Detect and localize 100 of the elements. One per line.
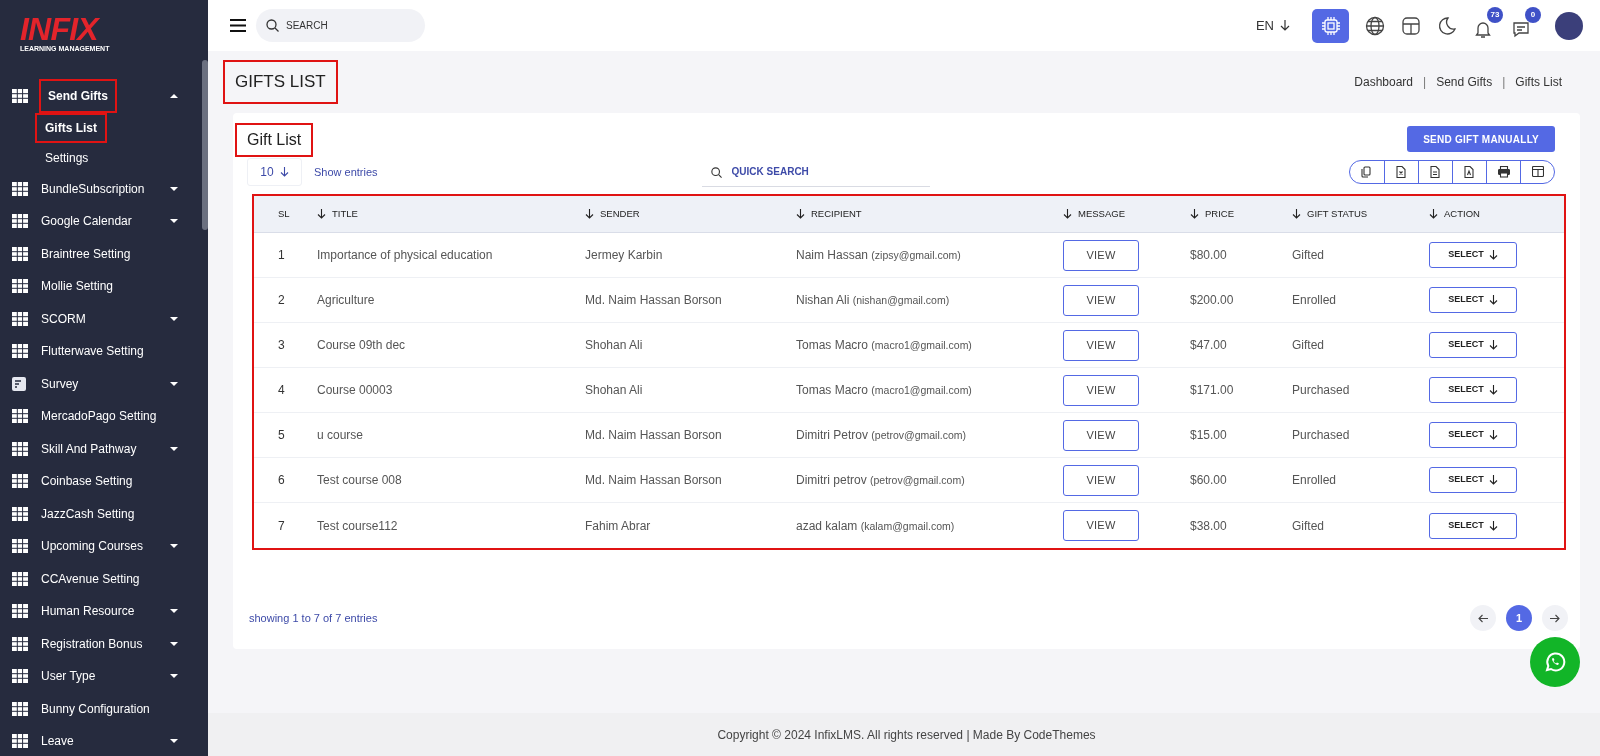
grid-icon — [12, 409, 28, 424]
table-cell: Purchased — [1292, 383, 1350, 397]
select-dropdown[interactable]: SELECT — [1429, 512, 1517, 539]
next-page-button[interactable] — [1542, 605, 1568, 631]
sort-arrow-icon — [585, 209, 594, 219]
select-dropdown[interactable]: SELECT — [1429, 377, 1517, 403]
sort-arrow-icon — [1488, 340, 1498, 350]
select-dropdown[interactable]: SELECT — [1429, 467, 1517, 493]
file-icon — [1429, 166, 1442, 178]
menu-icon[interactable] — [230, 19, 246, 32]
grid-icon — [12, 734, 28, 749]
document-icon — [12, 376, 26, 391]
table-cell: $47.00 — [1190, 338, 1227, 352]
table-cell: Jermey Karbin — [585, 248, 663, 262]
caret-down-icon — [170, 674, 178, 679]
recipient-cell: Nishan Ali (nishan@gmail.com) — [796, 293, 950, 307]
pdf-file-icon — [1463, 166, 1476, 178]
column-header[interactable]: TITLE — [317, 206, 358, 222]
sidebar-item[interactable]: Braintree Setting — [0, 237, 198, 270]
column-header[interactable]: SENDER — [585, 206, 640, 222]
scrollbar-thumb[interactable] — [202, 60, 208, 230]
arrow-down-icon — [1280, 20, 1290, 31]
sidebar-item[interactable]: BundleSubscription — [0, 172, 198, 205]
arrow-down-icon — [279, 167, 289, 177]
sidebar-item[interactable]: MercadoPago Setting — [0, 400, 198, 433]
view-button[interactable]: VIEW — [1063, 419, 1139, 451]
table-cell: 6 — [278, 473, 285, 487]
sort-arrow-icon — [1292, 209, 1301, 219]
sidebar-item[interactable]: Mollie Setting — [0, 270, 198, 303]
caret-down-icon — [170, 381, 178, 386]
column-header[interactable]: GIFT STATUS — [1292, 206, 1368, 222]
moon-icon[interactable] — [1437, 15, 1457, 36]
sidebar-item[interactable]: CCAvenue Setting — [0, 562, 198, 595]
submenu-item[interactable]: Gifts List — [37, 114, 105, 141]
language-selector[interactable]: EN — [1255, 15, 1290, 36]
view-button[interactable]: VIEW — [1063, 374, 1139, 406]
sidebar-item[interactable]: Skill And Pathway — [0, 432, 198, 465]
sidebar-item[interactable]: Flutterwave Setting — [0, 335, 198, 368]
select-dropdown[interactable]: SELECT — [1429, 422, 1517, 448]
table-cell: Test course112 — [317, 518, 398, 533]
notification-button[interactable]: 73 — [1473, 6, 1503, 39]
breadcrumb-link[interactable]: Dashboard — [1354, 73, 1414, 91]
column-header[interactable]: RECIPIENT — [796, 206, 862, 222]
message-button[interactable]: 0 — [1511, 6, 1541, 39]
table-cell: Fahim Abrar — [585, 518, 651, 533]
previous-page-button[interactable] — [1470, 605, 1496, 631]
sidebar-item[interactable]: SCORM — [0, 302, 198, 335]
column-header[interactable]: ACTION — [1429, 206, 1480, 222]
grid-icon — [12, 571, 28, 586]
view-button[interactable]: VIEW — [1063, 284, 1139, 316]
sidebar-item[interactable]: Leave — [0, 725, 198, 756]
table-cell: Gifted — [1292, 248, 1324, 262]
sidebar-item[interactable]: Bunny Configuration — [0, 692, 198, 725]
sidebar-item[interactable]: Survey — [0, 367, 198, 400]
grid-icon — [12, 246, 28, 261]
recipient-cell: Dimitri Petrov (petrov@gmail.com) — [796, 428, 967, 442]
view-button[interactable]: VIEW — [1063, 239, 1139, 271]
caret-up-icon — [170, 94, 178, 99]
view-button[interactable]: VIEW — [1063, 329, 1139, 361]
globe-icon[interactable] — [1365, 15, 1385, 36]
table-cell: Enrolled — [1292, 473, 1337, 487]
grid-icon — [12, 636, 28, 651]
submenu-item[interactable]: Settings — [37, 144, 97, 171]
recipient-cell: Tomas Macro (macro1@gmail.com) — [796, 338, 972, 352]
select-dropdown[interactable]: SELECT — [1429, 287, 1517, 313]
sort-arrow-icon — [796, 209, 805, 219]
table-cell: 4 — [278, 383, 285, 397]
sidebar-item[interactable]: Upcoming Courses — [0, 530, 198, 563]
view-button[interactable]: VIEW — [1063, 464, 1139, 496]
quick-search-field[interactable]: QUICK SEARCH — [701, 157, 930, 187]
sidebar-item[interactable]: Registration Bonus — [0, 627, 198, 660]
whatsapp-button[interactable] — [1530, 637, 1580, 687]
grid-icon — [12, 669, 28, 684]
page-title: GIFTS LIST — [225, 62, 336, 102]
caret-down-icon — [170, 446, 178, 451]
select-dropdown[interactable]: SELECT — [1429, 242, 1517, 268]
view-button[interactable]: VIEW — [1063, 510, 1139, 541]
table-cell: $38.00 — [1190, 518, 1227, 533]
column-header[interactable]: SL — [278, 206, 290, 222]
sidebar-item[interactable]: JazzCash Setting — [0, 497, 198, 530]
search-field[interactable]: SEARCH — [256, 9, 425, 42]
sidebar-item[interactable]: Coinbase Setting — [0, 465, 198, 498]
recipient-cell: Naim Hassan (zipsy@gmail.com) — [796, 248, 961, 262]
sidebar-item[interactable]: User Type — [0, 660, 198, 693]
column-header[interactable]: MESSAGE — [1063, 206, 1125, 222]
send-gift-button[interactable]: SEND GIFT MANUALLY — [1407, 126, 1555, 152]
page-size-select[interactable]: 10 — [247, 158, 302, 186]
select-dropdown[interactable]: SELECT — [1429, 332, 1517, 358]
avatar[interactable] — [1555, 11, 1583, 40]
sort-arrow-icon — [1488, 295, 1498, 305]
sidebar-item[interactable]: Google Calendar — [0, 205, 198, 238]
chip-button[interactable] — [1312, 8, 1349, 43]
table-cell: Course 09th dec — [317, 338, 406, 352]
column-header[interactable]: PRICE — [1190, 206, 1235, 222]
sidebar-item[interactable]: Send Gifts — [0, 80, 198, 113]
sidebar-item[interactable]: Human Resource — [0, 595, 198, 628]
page-button[interactable]: 1 — [1506, 605, 1532, 631]
breadcrumb-link[interactable]: Gifts List — [1515, 73, 1562, 91]
layout-icon[interactable] — [1401, 15, 1421, 36]
breadcrumb-link[interactable]: Send Gifts — [1436, 73, 1493, 91]
